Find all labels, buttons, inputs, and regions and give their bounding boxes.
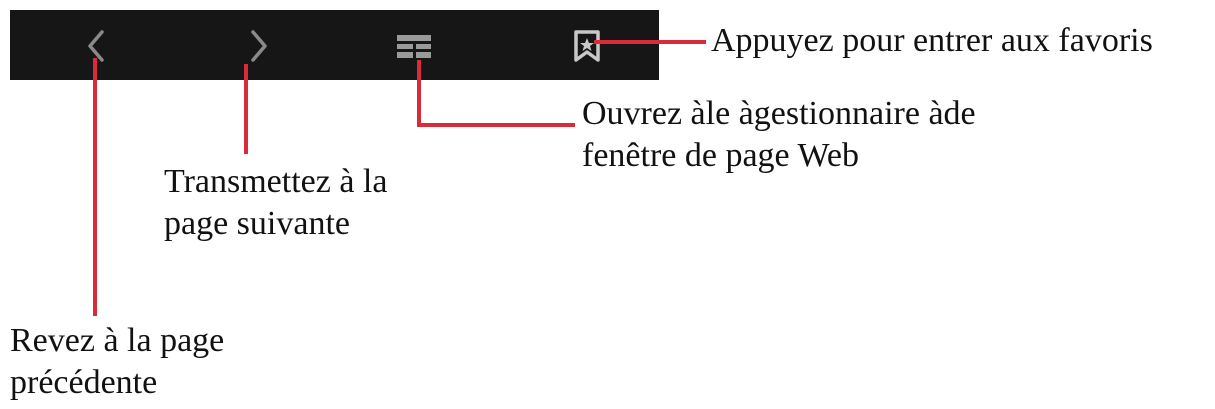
window-manager-leader-horizontal (417, 123, 575, 127)
bookmark-icon (574, 30, 600, 62)
favorites-callout-label: Appuyez pour entrer aux favoris (711, 22, 1153, 59)
favorites-leader-line (594, 40, 706, 44)
browser-toolbar (10, 10, 659, 80)
chevron-right-icon (251, 30, 267, 62)
forward-callout-label: Transmettez à la page suivante (164, 163, 388, 242)
annotated-toolbar-figure: Appuyez pour entrer aux favoris Ouvrez à… (0, 0, 1215, 409)
chevron-left-icon (88, 30, 104, 62)
forward-button[interactable] (243, 28, 273, 64)
windows-icon (397, 35, 431, 58)
window-manager-leader-vertical (417, 60, 421, 127)
back-leader-line (93, 58, 97, 316)
forward-leader-line (244, 64, 248, 154)
back-callout-label: Revez à la page précédente (10, 322, 225, 401)
back-button[interactable] (82, 28, 112, 64)
window-manager-callout-label: Ouvrez àle àgestionnaire àde fenêtre de … (582, 95, 976, 174)
window-manager-button[interactable] (394, 32, 434, 62)
bookmark-button[interactable] (570, 29, 604, 63)
